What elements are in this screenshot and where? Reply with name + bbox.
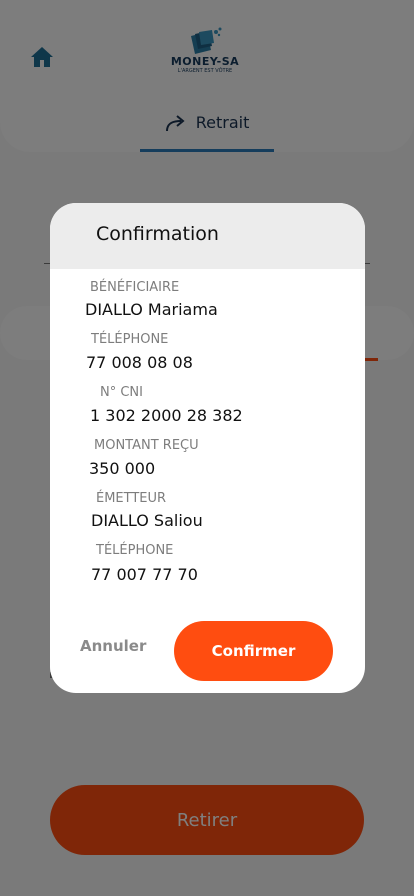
confirmation-dialog: Confirmation BÉNÉFICIAIRE DIALLO Mariama… [50, 203, 365, 693]
sender-phone-label: TÉLÉPHONE [96, 543, 174, 558]
cancel-button[interactable]: Annuler [80, 637, 146, 655]
amount-label: MONTANT REÇU [94, 438, 199, 453]
sender-phone-value: 77 007 77 70 [91, 565, 198, 584]
beneficiary-value: DIALLO Mariama [85, 300, 218, 319]
dialog-header: Confirmation [50, 203, 365, 269]
confirm-button[interactable]: Confirmer [174, 621, 333, 681]
beneficiary-label: BÉNÉFICIAIRE [90, 280, 180, 295]
id-card-label: N° CNI [100, 385, 143, 400]
amount-value: 350 000 [89, 459, 156, 478]
sender-label: ÉMETTEUR [96, 491, 167, 506]
beneficiary-phone-value: 77 008 08 08 [86, 353, 193, 372]
dialog-title: Confirmation [96, 223, 219, 245]
sender-value: DIALLO Saliou [91, 511, 203, 530]
id-card-value: 1 302 2000 28 382 [90, 406, 243, 425]
beneficiary-phone-label: TÉLÉPHONE [91, 332, 169, 347]
